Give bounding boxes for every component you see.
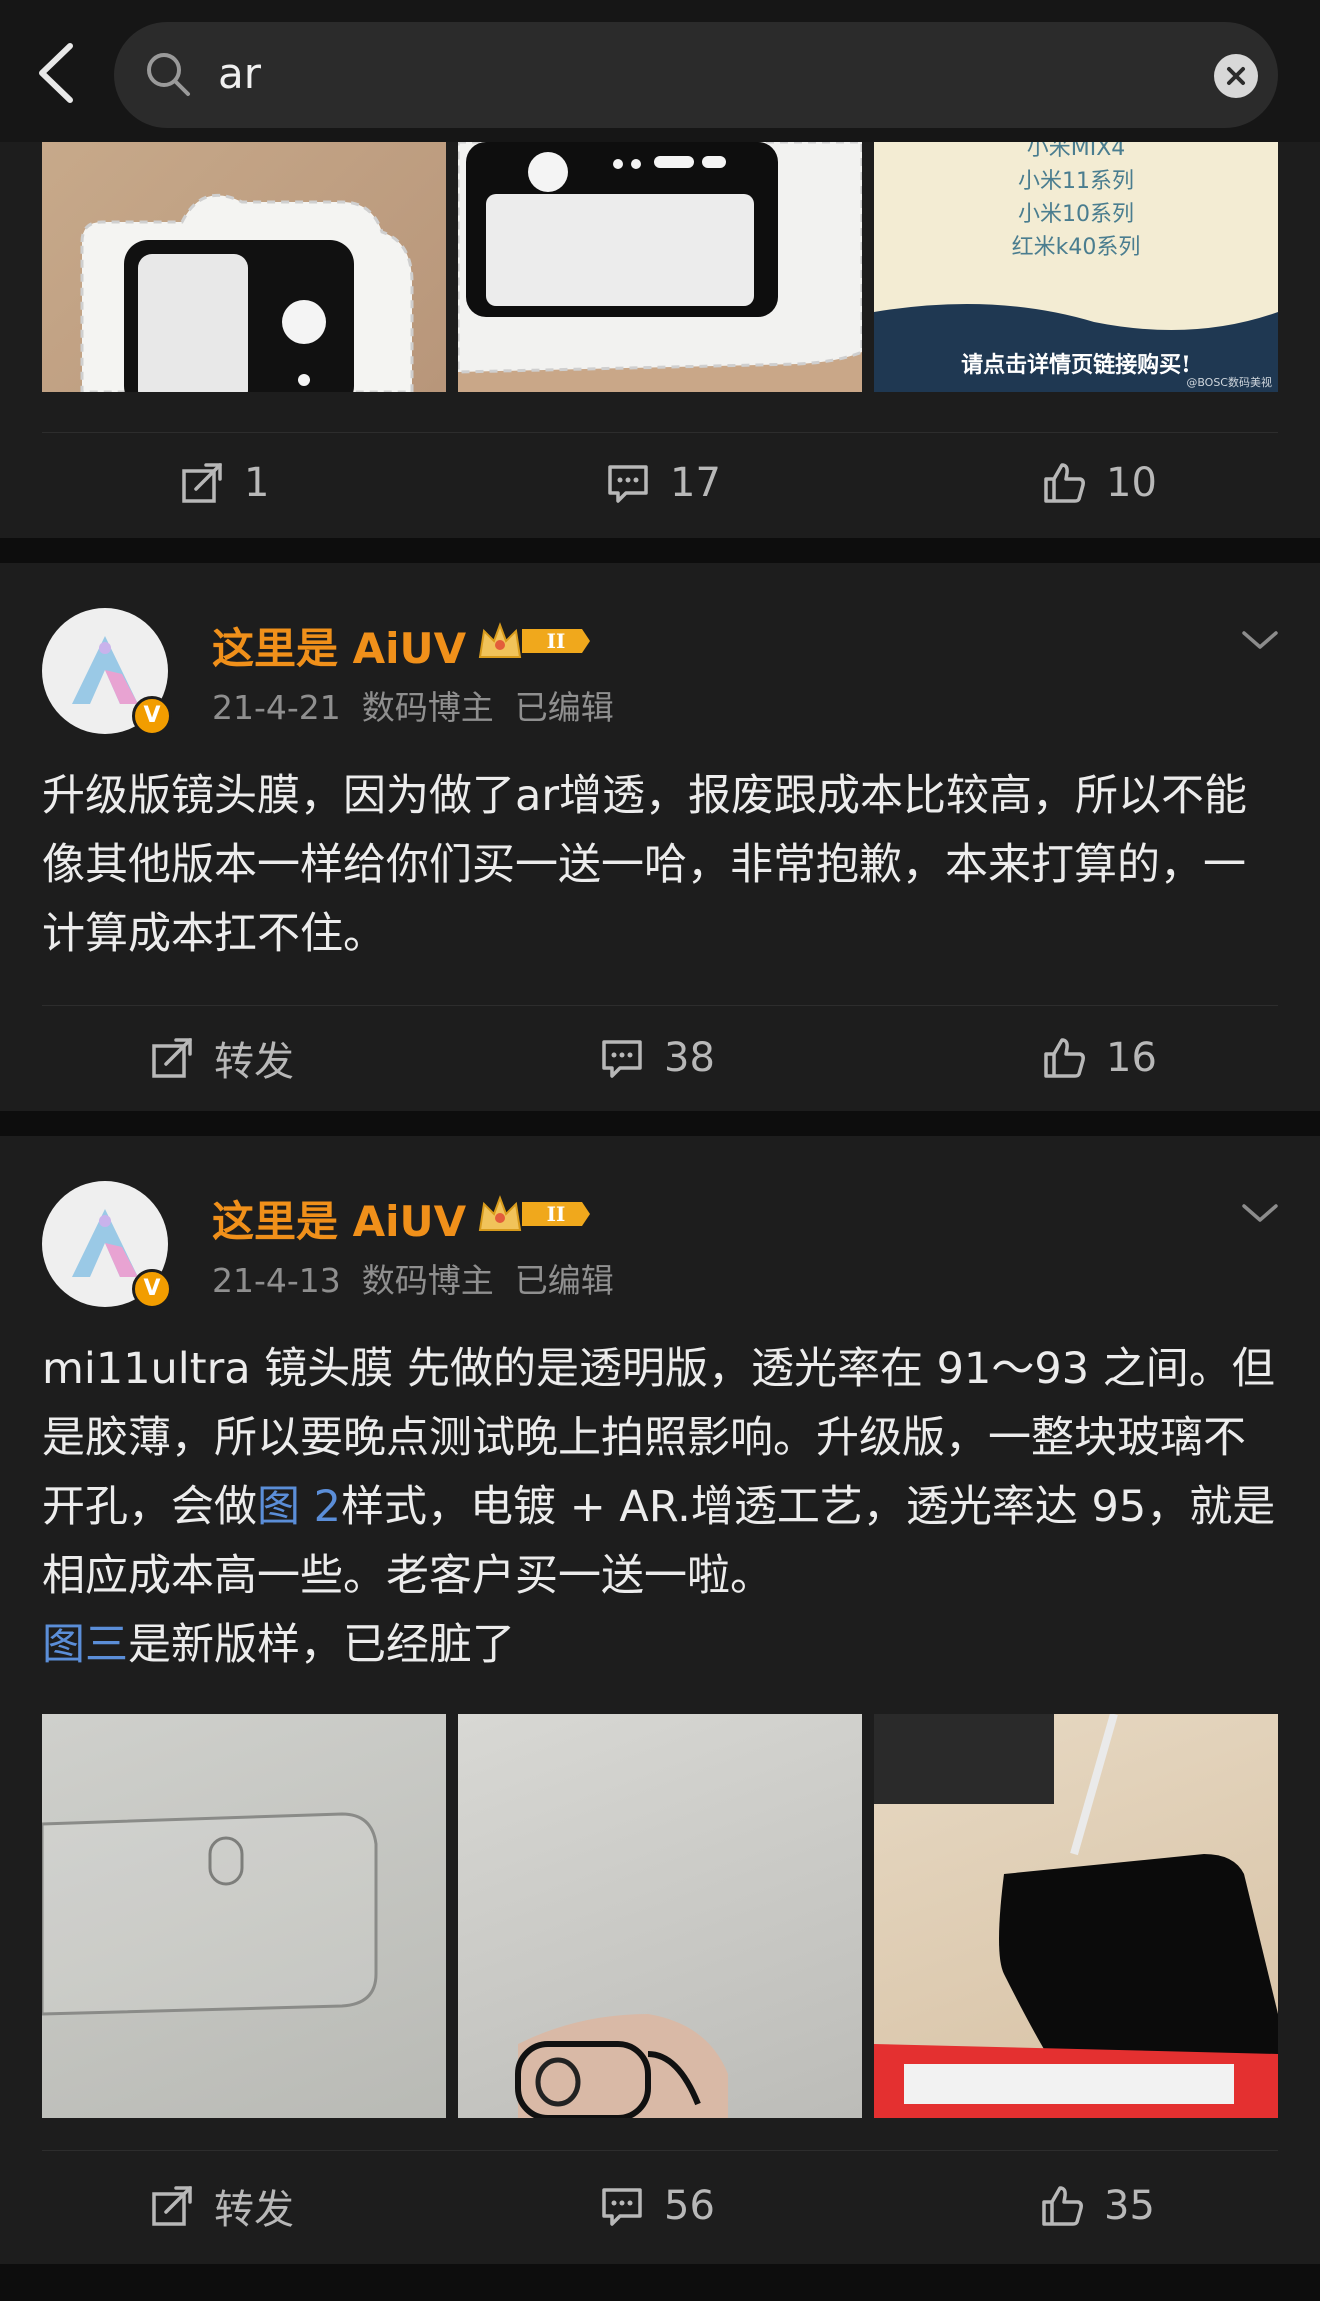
username[interactable]: 这里是 AiUV [212, 615, 466, 676]
post-image[interactable] [458, 142, 862, 392]
verified-badge-icon: V [132, 1269, 172, 1309]
repost-label: 转发 [214, 2187, 294, 2233]
author-category: 数码博主 [361, 688, 494, 727]
post-card: V 这里是 AiUV II 21-4-21 数码博主 已编辑 升级版镜头膜，因为… [0, 563, 1320, 1111]
action-bar: 转发 56 35 [0, 2161, 1320, 2251]
post-card: V 这里是 AiUV II 21-4-13 数码博主 已编辑 mi11ultra… [0, 1136, 1320, 2264]
post-text-part: 是新版样，已经脏了 [128, 1620, 515, 1670]
share-icon [182, 463, 222, 503]
action-bar: 1 17 10 [0, 438, 1320, 528]
image-grid: 小米MIX4 小米11系列 小米10系列 红米k40系列 请点击详情页链接购买!… [42, 142, 1278, 392]
chevron-down-icon[interactable] [1238, 625, 1282, 655]
image-watermark: @BOSC数码美视 [1186, 376, 1272, 389]
edited-label: 已编辑 [514, 1261, 614, 1300]
repost-count: 1 [244, 460, 270, 506]
image-grid [42, 1714, 1278, 2118]
comment-icon [608, 465, 648, 503]
search-input[interactable]: ar [114, 22, 1278, 128]
image-link[interactable]: 图三 [42, 1620, 128, 1670]
chevron-down-icon[interactable] [1238, 1198, 1282, 1228]
comment-icon [602, 1040, 642, 1078]
post-image[interactable] [874, 1714, 1278, 2118]
divider [42, 2150, 1278, 2151]
post-meta: 21-4-13 数码博主 已编辑 [212, 1254, 614, 1302]
thumbs-up-icon [1044, 1038, 1085, 1078]
thumbs-up-icon [1044, 463, 1085, 503]
repost-button[interactable]: 转发 [148, 1013, 294, 1103]
username[interactable]: 这里是 AiUV [212, 1188, 466, 1249]
crown-label: II [547, 629, 566, 653]
author-category: 数码博主 [361, 1261, 494, 1300]
image-link[interactable]: 图 2 [257, 1482, 341, 1532]
post-text: mi11ultra 镜头膜 先做的是透明版，透光率在 91～93 之间。但是胶薄… [42, 1335, 1278, 1680]
crown-badge-icon: II [478, 622, 590, 658]
search-query[interactable]: ar [218, 46, 261, 102]
like-button[interactable]: 10 [1040, 438, 1157, 528]
verified-badge-icon: V [132, 696, 172, 736]
repost-button[interactable]: 转发 [148, 2161, 294, 2251]
search-icon [147, 53, 190, 96]
post-text: 升级版镜头膜，因为做了ar增透，报废跟成本比较高，所以不能像其他版本一样给你们买… [42, 771, 1248, 959]
action-bar: 转发 38 16 [0, 1013, 1320, 1103]
comment-count: 56 [664, 2183, 715, 2229]
crown-badge-icon: II [478, 1195, 590, 1231]
post-image[interactable] [42, 142, 446, 392]
divider [42, 432, 1278, 433]
back-arrow-icon[interactable] [28, 38, 88, 108]
like-button[interactable]: 16 [1040, 1013, 1157, 1103]
comment-button[interactable]: 56 [598, 2161, 715, 2251]
repost-button[interactable]: 1 [178, 438, 269, 528]
clear-icon[interactable] [1214, 54, 1258, 98]
comment-icon [602, 2188, 642, 2226]
search-header: ar [0, 0, 1320, 142]
comment-button[interactable]: 38 [598, 1013, 715, 1103]
share-icon [152, 2186, 192, 2226]
avatar[interactable]: V [42, 1181, 172, 1309]
like-count: 35 [1104, 2183, 1155, 2229]
post-date: 21-4-13 [212, 1261, 341, 1300]
edited-label: 已编辑 [514, 688, 614, 727]
share-icon [152, 1038, 192, 1078]
crown-label: II [547, 1202, 566, 1226]
post-image[interactable] [458, 1714, 862, 2118]
post-image[interactable]: 小米MIX4 小米11系列 小米10系列 红米k40系列 请点击详情页链接购买!… [874, 142, 1278, 392]
comment-count: 38 [664, 1035, 715, 1081]
thumbs-up-icon [1042, 2186, 1083, 2226]
comment-count: 17 [670, 460, 721, 506]
post-image[interactable] [42, 1714, 446, 2118]
post-meta: 21-4-21 数码博主 已编辑 [212, 681, 614, 729]
comment-button[interactable]: 17 [604, 438, 721, 528]
like-count: 10 [1106, 460, 1157, 506]
divider [42, 1005, 1278, 1006]
avatar[interactable]: V [42, 608, 172, 736]
like-count: 16 [1106, 1035, 1157, 1081]
repost-label: 转发 [214, 1039, 294, 1085]
post-card: 小米MIX4 小米11系列 小米10系列 红米k40系列 请点击详情页链接购买!… [0, 142, 1320, 538]
like-button[interactable]: 35 [1038, 2161, 1155, 2251]
post-date: 21-4-21 [212, 688, 341, 727]
